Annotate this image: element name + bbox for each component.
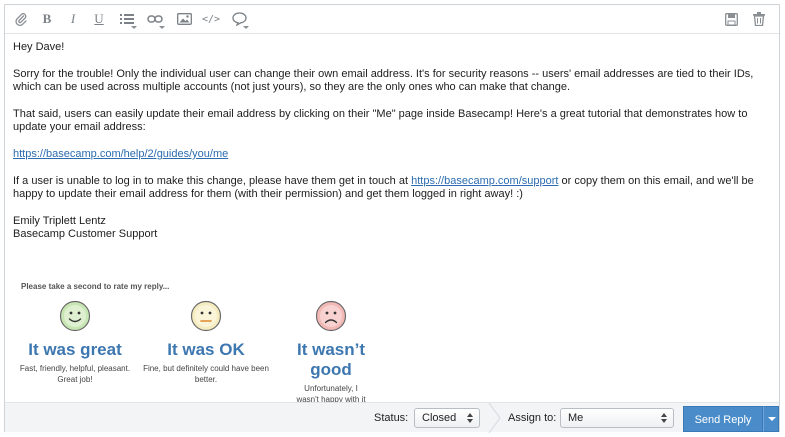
tutorial-paragraph: https://basecamp.com/help/2/guides/you/m… [13,148,771,162]
assign-value: Me [568,412,584,424]
rating-desc-great: Fast, friendly, helpful, pleasant. Great… [19,364,131,384]
status-value: Closed [422,412,457,424]
signature-role: Basecamp Customer Support [13,228,158,241]
attachment-icon[interactable] [9,5,33,33]
rating-option-bad[interactable]: It wasn’t good Unfortunately, I wasn't h… [271,300,391,416]
rating-widget: Please take a second to rate my reply...… [5,282,405,415]
rating-title-great: It was great [28,340,122,359]
neutral-face-icon [190,300,222,332]
link-icon[interactable] [143,5,167,33]
frown-face-icon [315,300,347,332]
trash-icon[interactable] [747,5,771,33]
rating-title-bad: It wasn’t good [296,340,365,379]
rating-option-ok[interactable]: It was OK Fine, but definitely could hav… [143,300,269,385]
rating-option-great[interactable]: It was great Fast, friendly, helpful, pl… [15,300,135,385]
chevron-divider-icon [488,403,501,433]
send-reply-button[interactable]: Send Reply [683,406,763,432]
tutorial-link[interactable]: https://basecamp.com/help/2/guides/you/m… [13,148,228,160]
comment-icon[interactable] [227,5,251,33]
paragraph-3-start: If a user is unable to log in to make th… [13,174,412,187]
signature-name: Emily Triplett Lentz [13,214,106,227]
list-icon[interactable] [115,5,139,33]
smile-face-icon [59,300,91,332]
select-arrows-icon [661,413,667,423]
paragraph-1: Sorry for the trouble! Only the individu… [13,67,754,94]
assign-label: Assign to: [508,412,557,424]
rating-prompt: Please take a second to rate my reply... [21,282,170,291]
chevron-down-icon [768,417,776,421]
image-icon[interactable] [172,5,196,33]
save-icon[interactable] [719,5,743,33]
reply-footer: Status: Closed Assign to: Me Send Reply [5,402,779,433]
rating-title-ok: It was OK [167,340,245,359]
greeting: Hey Dave! [13,41,65,53]
italic-icon[interactable]: I [61,5,85,33]
editor-toolbar: B I U </> [5,5,779,34]
rating-desc-ok: Fine, but definitely could have been bet… [143,364,269,384]
select-arrows-icon [467,413,473,423]
support-link[interactable]: https://basecamp.com/support [411,175,558,187]
assign-select[interactable]: Me [560,408,674,428]
send-options-button[interactable] [763,406,779,432]
reply-editor: B I U </> Hey Dave! Sorry for the troubl… [4,4,780,433]
underline-icon[interactable]: U [87,5,111,33]
bold-icon[interactable]: B [35,5,59,33]
status-select[interactable]: Closed [414,408,480,428]
paragraph-3: If a user is unable to log in to make th… [13,175,771,202]
paragraph-2: That said, users can easily update their… [13,107,748,134]
status-label: Status: [374,412,409,424]
signature: Emily Triplett Lentz Basecamp Customer Su… [13,215,771,242]
code-icon[interactable]: </> [199,5,223,33]
